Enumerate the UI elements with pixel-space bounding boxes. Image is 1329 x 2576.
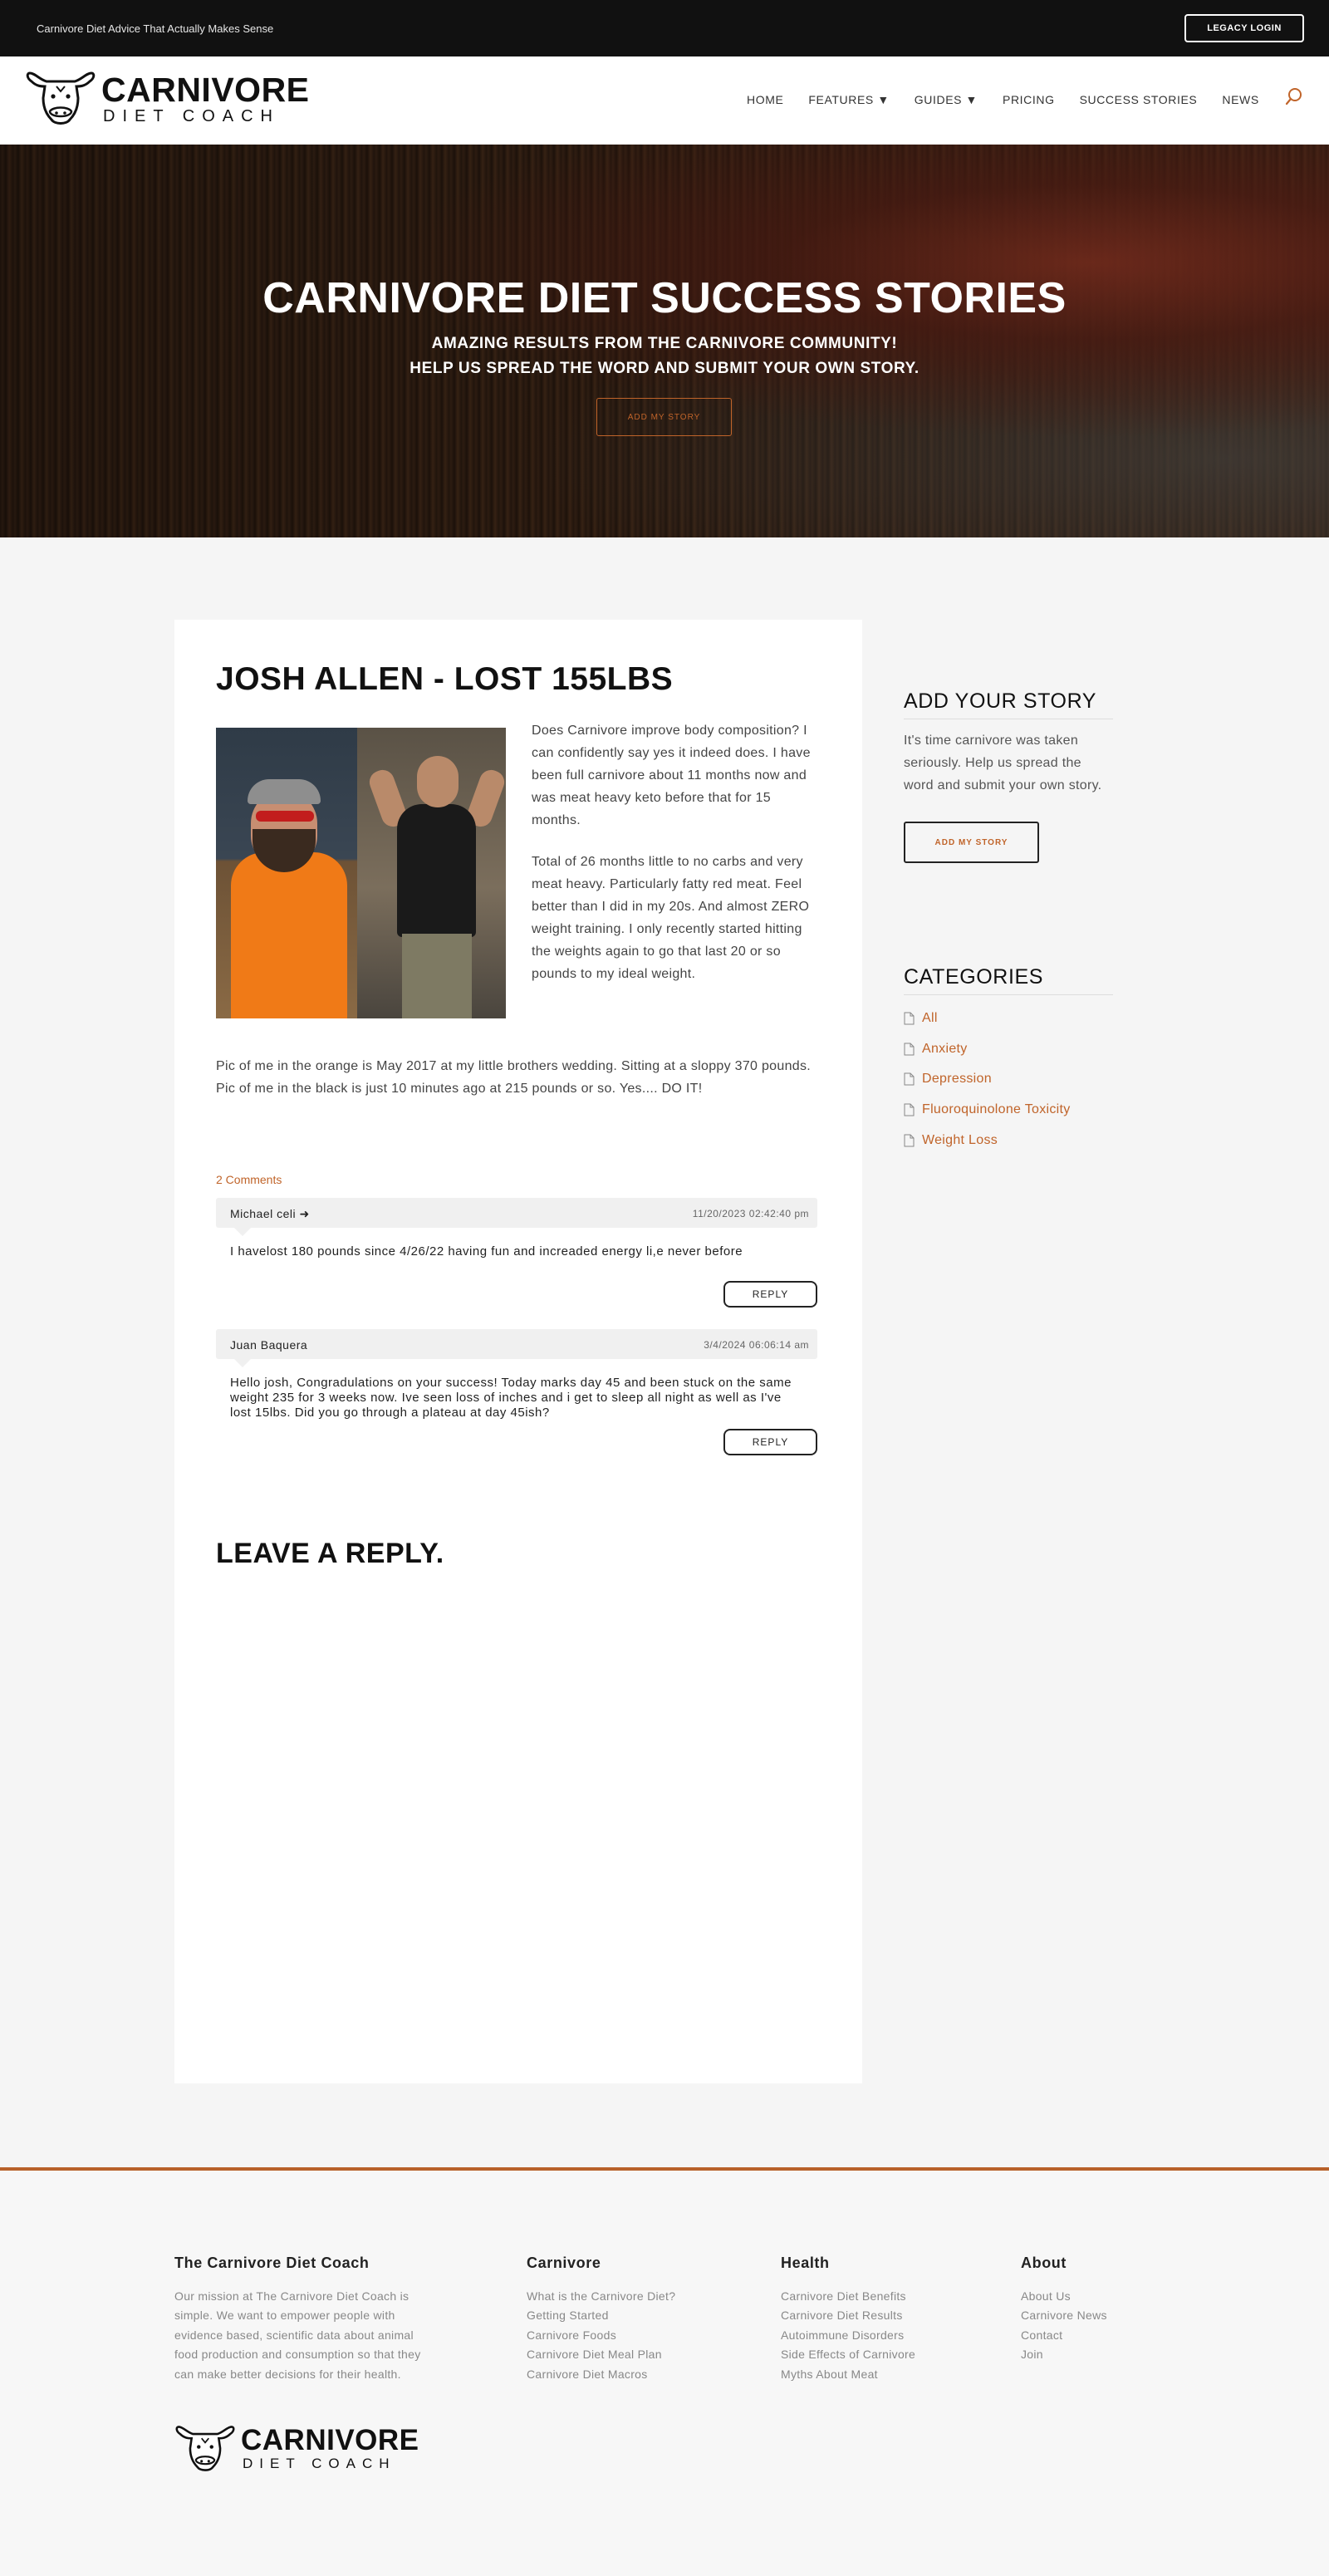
category-label[interactable]: Anxiety bbox=[922, 1042, 968, 1057]
comment: Juan Baquera 3/4/2024 06:06:14 am Hello … bbox=[216, 1329, 817, 1455]
leave-reply-heading: LEAVE A REPLY. bbox=[216, 1538, 444, 1569]
footer-link[interactable]: Contact bbox=[1021, 2326, 1107, 2345]
comment: Michael celi ➜ 11/20/2023 02:42:40 pm I … bbox=[216, 1198, 817, 1308]
logo-wordmark: CARNIVORE bbox=[101, 71, 310, 109]
footer-heading: The Carnivore Diet Coach bbox=[174, 2255, 370, 2271]
logo-subline: DIET COACH bbox=[103, 107, 280, 125]
category-item[interactable]: Anxiety bbox=[904, 1034, 1113, 1065]
comments-count-link[interactable]: 2 Comments bbox=[216, 1173, 282, 1186]
footer-link[interactable]: Carnivore Foods bbox=[527, 2326, 675, 2345]
footer-text: can make better decisions for their heal… bbox=[174, 2367, 401, 2381]
logo-wordmark: CARNIVORE bbox=[241, 2424, 419, 2456]
document-icon bbox=[904, 1134, 915, 1147]
footer-col-health: Health Carnivore Diet Benefits Carnivore… bbox=[781, 2255, 915, 2384]
before-after-photo bbox=[216, 728, 506, 1018]
category-label[interactable]: Depression bbox=[922, 1072, 992, 1087]
reply-button[interactable]: REPLY bbox=[723, 1281, 817, 1308]
category-item[interactable]: Fluoroquinolone Toxicity bbox=[904, 1095, 1113, 1126]
hero-banner: CARNIVORE DIET SUCCESS STORIES AMAZING R… bbox=[0, 145, 1329, 537]
reply-button[interactable]: REPLY bbox=[723, 1429, 817, 1455]
before-photo bbox=[216, 728, 357, 1018]
main-nav: HOME FEATURES ▼ GUIDES ▼ PRICING SUCCESS… bbox=[747, 93, 1284, 106]
footer-text: simple. We want to empower people with bbox=[174, 2309, 395, 2323]
nav-features[interactable]: FEATURES ▼ bbox=[808, 93, 889, 106]
category-label[interactable]: All bbox=[922, 1011, 938, 1026]
post-title: JOSH ALLEN - LOST 155LBS bbox=[216, 661, 674, 697]
document-icon bbox=[904, 1103, 915, 1116]
comment-header: Michael celi ➜ 11/20/2023 02:42:40 pm bbox=[216, 1198, 817, 1236]
footer-link[interactable]: About Us bbox=[1021, 2287, 1107, 2306]
search-icon[interactable] bbox=[1284, 86, 1304, 106]
legacy-login-button[interactable]: LEGACY LOGIN bbox=[1184, 14, 1304, 42]
top-bar: Carnivore Diet Advice That Actually Make… bbox=[0, 0, 1329, 56]
site-footer: The Carnivore Diet Coach Our mission at … bbox=[0, 2167, 1329, 2576]
hero-subtitle-1: AMAZING RESULTS FROM THE CARNIVORE COMMU… bbox=[431, 335, 898, 352]
footer-col-carnivore: Carnivore What is the Carnivore Diet? Ge… bbox=[527, 2255, 675, 2384]
nav-pricing[interactable]: PRICING bbox=[1003, 93, 1055, 106]
comment-date: 11/20/2023 02:42:40 pm bbox=[692, 1208, 809, 1219]
nav-news[interactable]: NEWS bbox=[1222, 93, 1258, 106]
comment-author[interactable]: Michael celi ➜ bbox=[230, 1207, 310, 1221]
cow-head-icon bbox=[175, 2426, 235, 2471]
document-icon bbox=[904, 1072, 915, 1086]
after-photo bbox=[357, 728, 506, 1018]
add-story-heading: ADD YOUR STORY bbox=[904, 689, 1113, 719]
post-paragraph-1: Does Carnivore improve body composition?… bbox=[532, 724, 811, 827]
footer-link[interactable]: Join bbox=[1021, 2345, 1107, 2364]
footer-heading: Carnivore bbox=[527, 2255, 601, 2271]
add-story-text: It's time carnivore was taken seriously.… bbox=[904, 734, 1102, 792]
footer-link[interactable]: Getting Started bbox=[527, 2306, 675, 2325]
footer-link[interactable]: What is the Carnivore Diet? bbox=[527, 2287, 675, 2306]
categories-widget: CATEGORIES All Anxiety Depression Fluoro… bbox=[904, 965, 1113, 1156]
hero-subtitle-2: HELP US SPREAD THE WORD AND SUBMIT YOUR … bbox=[409, 360, 920, 377]
story-card: JOSH ALLEN - LOST 155LBS Does Carnivore … bbox=[174, 620, 862, 2083]
site-tagline: Carnivore Diet Advice That Actually Make… bbox=[37, 22, 274, 35]
footer-link[interactable]: Carnivore Diet Results bbox=[781, 2306, 915, 2325]
nav-home[interactable]: HOME bbox=[747, 93, 783, 106]
sidebar-add-story-button[interactable]: ADD MY STORY bbox=[904, 822, 1039, 863]
footer-text: evidence based, scientific data about an… bbox=[174, 2328, 414, 2342]
footer-link[interactable]: Carnivore Diet Meal Plan bbox=[527, 2345, 675, 2364]
category-list: All Anxiety Depression Fluoroquinolone T… bbox=[904, 1003, 1113, 1156]
footer-link[interactable]: Carnivore News bbox=[1021, 2306, 1107, 2325]
categories-heading: CATEGORIES bbox=[904, 965, 1113, 995]
category-label[interactable]: Fluoroquinolone Toxicity bbox=[922, 1102, 1071, 1117]
footer-link[interactable]: Side Effects of Carnivore bbox=[781, 2345, 915, 2364]
comment-date: 3/4/2024 06:06:14 am bbox=[704, 1339, 809, 1351]
category-label[interactable]: Weight Loss bbox=[922, 1133, 998, 1148]
footer-link[interactable]: Myths About Meat bbox=[781, 2365, 915, 2384]
photo-caption: Pic of me in the orange is May 2017 at m… bbox=[216, 1059, 812, 1096]
site-logo[interactable]: CARNIVORE DIET COACH bbox=[25, 70, 310, 130]
nav-guides[interactable]: GUIDES ▼ bbox=[915, 93, 978, 106]
cow-head-icon bbox=[26, 71, 96, 125]
footer-logo[interactable]: CARNIVORE DIET COACH bbox=[174, 2424, 419, 2475]
category-item[interactable]: Depression bbox=[904, 1064, 1113, 1095]
footer-heading: About bbox=[1021, 2255, 1067, 2271]
logo-subline: DIET COACH bbox=[243, 2456, 396, 2471]
hero-add-story-button[interactable]: ADD MY STORY bbox=[596, 398, 732, 436]
footer-link[interactable]: Carnivore Diet Macros bbox=[527, 2365, 675, 2384]
document-icon bbox=[904, 1012, 915, 1025]
footer-text: Our mission at The Carnivore Diet Coach … bbox=[174, 2289, 409, 2303]
site-header: CARNIVORE DIET COACH HOME FEATURES ▼ GUI… bbox=[0, 56, 1329, 145]
comment-header: Juan Baquera 3/4/2024 06:06:14 am bbox=[216, 1329, 817, 1367]
comment-author: Juan Baquera bbox=[230, 1338, 308, 1352]
category-item[interactable]: All bbox=[904, 1003, 1113, 1034]
add-story-widget: ADD YOUR STORY It's time carnivore was t… bbox=[904, 689, 1113, 863]
footer-link[interactable]: Autoimmune Disorders bbox=[781, 2326, 915, 2345]
footer-col-mission: The Carnivore Diet Coach Our mission at … bbox=[174, 2255, 465, 2384]
footer-col-about: About About Us Carnivore News Contact Jo… bbox=[1021, 2255, 1107, 2365]
post-paragraph-2: Total of 26 months little to no carbs an… bbox=[532, 855, 810, 981]
footer-text: food production and consumption so that … bbox=[174, 2348, 421, 2362]
nav-success-stories[interactable]: SUCCESS STORIES bbox=[1080, 93, 1198, 106]
hero-title: CARNIVORE DIET SUCCESS STORIES bbox=[262, 274, 1067, 322]
category-item[interactable]: Weight Loss bbox=[904, 1125, 1113, 1156]
comment-body: I havelost 180 pounds since 4/26/22 havi… bbox=[230, 1244, 743, 1259]
comment-body: Hello josh, Congradulations on your succ… bbox=[230, 1376, 792, 1420]
footer-heading: Health bbox=[781, 2255, 830, 2271]
footer-link[interactable]: Carnivore Diet Benefits bbox=[781, 2287, 915, 2306]
document-icon bbox=[904, 1043, 915, 1056]
